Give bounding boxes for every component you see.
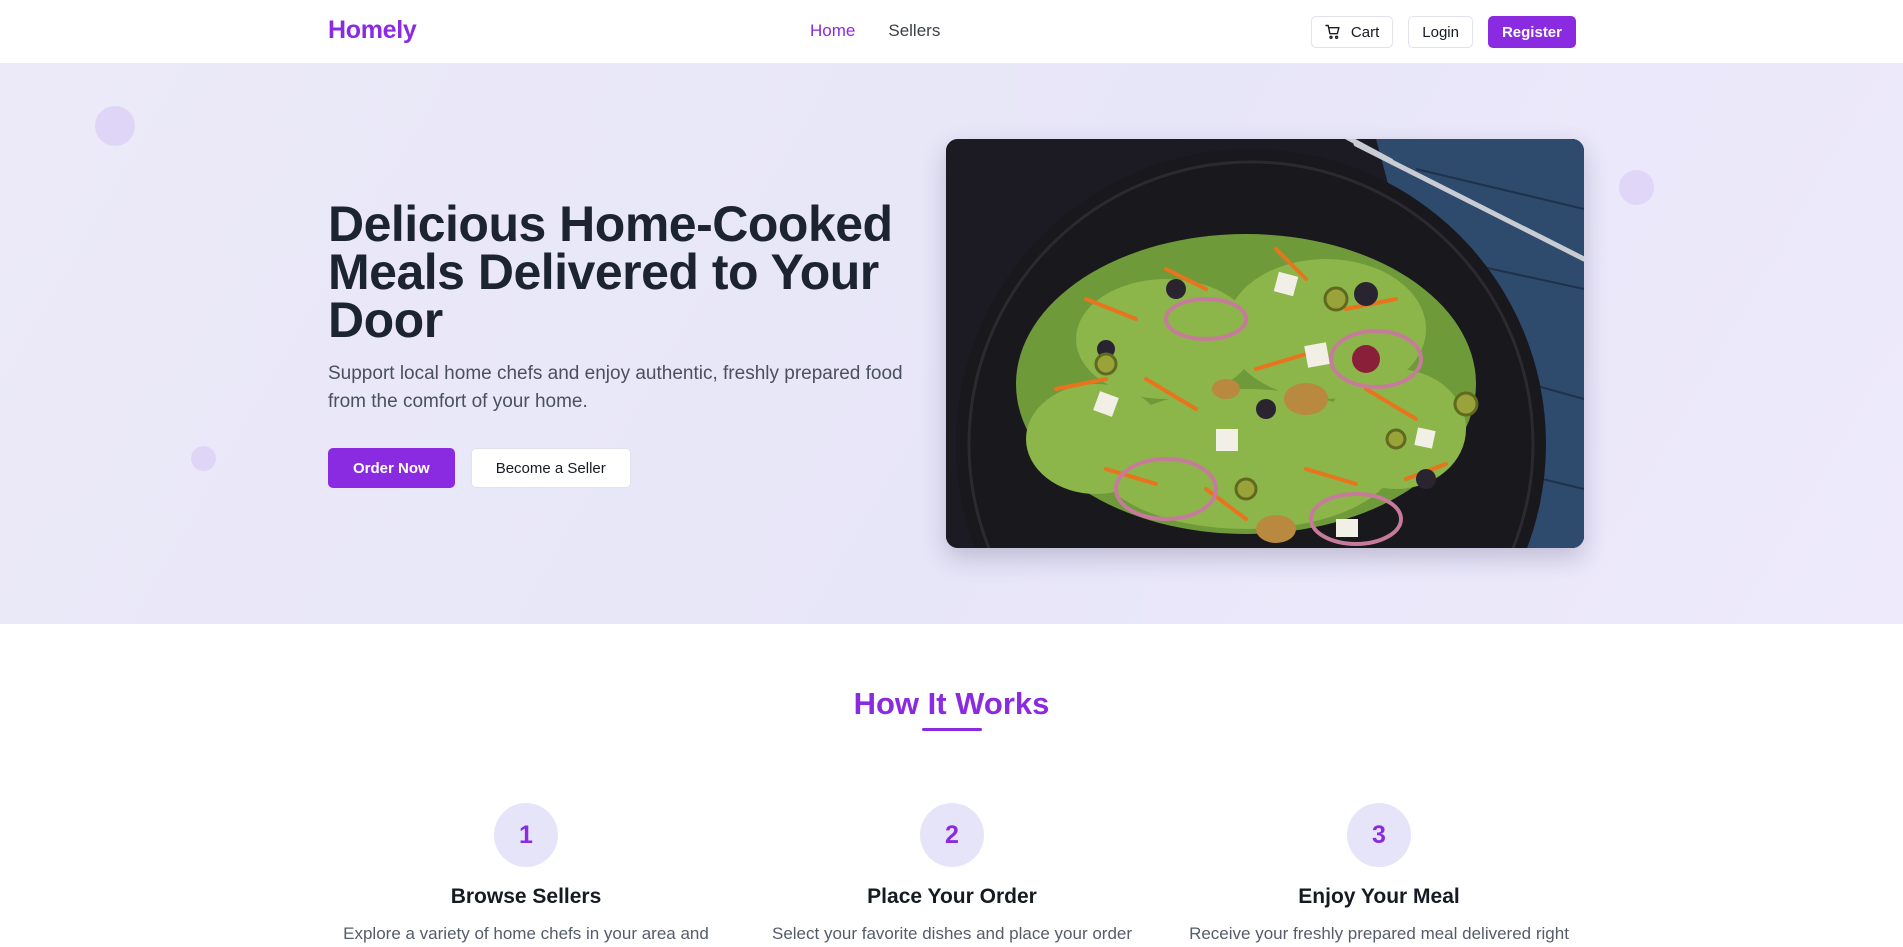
step-title: Place Your Order [867,885,1037,908]
title-underline [922,728,982,731]
step-number: 3 [1347,803,1411,867]
shopping-cart-icon [1325,24,1341,40]
hero-actions: Order Now Become a Seller [328,448,631,488]
step-title: Browse Sellers [450,885,602,908]
step-number: 1 [494,803,558,867]
nav-actions: Cart Login Register [1310,16,1576,48]
decorative-circle [95,106,135,146]
nav-link-home[interactable]: Home [810,21,855,41]
step-card: 3 Enjoy Your Meal Receive your freshly p… [1159,803,1599,947]
step-number: 2 [920,803,984,867]
how-it-works-title: How It Works [853,686,1050,721]
step-title: Enjoy Your Meal [1298,885,1460,908]
brand-logo[interactable]: Homely [328,16,417,45]
register-button[interactable]: Register [1487,16,1576,48]
step-card: 1 Browse Sellers Explore a variety of ho… [306,803,746,947]
decorative-circle [191,446,216,471]
hero-subtitle: Support local home chefs and enjoy authe… [328,363,903,412]
nav-link-sellers[interactable]: Sellers [888,21,940,41]
become-seller-button[interactable]: Become a Seller [470,448,631,488]
step-description: Explore a variety of home chefs in your … [343,924,709,943]
cart-label: Cart [1350,23,1380,41]
hero-section: Delicious Home-Cooked Meals Delivered to… [0,64,1903,624]
cart-button[interactable]: Cart [1310,16,1394,48]
step-description: Select your favorite dishes and place yo… [771,924,1133,943]
main-nav: Home Sellers [810,21,940,41]
login-button[interactable]: Login [1408,16,1473,48]
hero-salad-image [946,139,1584,548]
hero-title: Delicious Home-Cooked Meals Delivered to… [328,196,893,348]
order-now-button[interactable]: Order Now [328,448,455,488]
step-card: 2 Place Your Order Select your favorite … [732,803,1172,947]
decorative-circle [1619,170,1654,205]
step-description: Receive your freshly prepared meal deliv… [1189,924,1569,943]
top-navbar: Homely Home Sellers Cart Login Register [0,0,1903,64]
